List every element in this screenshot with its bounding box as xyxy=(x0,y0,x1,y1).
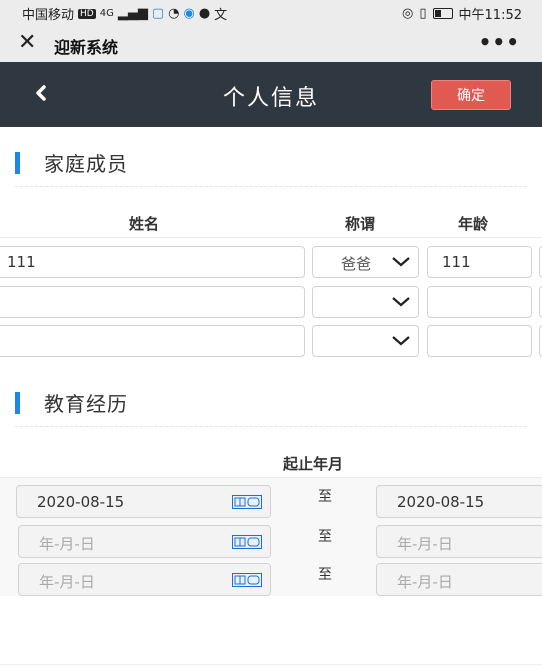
start-date-input[interactable]: 年-月-日 xyxy=(18,525,271,558)
page-header: 个人信息 确定 xyxy=(0,62,542,127)
eye-icon: ◎ xyxy=(402,6,414,21)
column-header-name: 姓名 xyxy=(129,215,160,233)
divider xyxy=(15,186,527,187)
column-header-age: 年龄 xyxy=(458,215,489,233)
chevron-down-icon xyxy=(392,257,410,267)
column-header-relation: 称谓 xyxy=(345,215,376,233)
end-date-input[interactable]: 2020-08-15 xyxy=(376,485,542,518)
more-icon[interactable]: ••• xyxy=(479,30,520,54)
battery-icon xyxy=(432,8,453,19)
calendar-icon xyxy=(232,495,262,509)
accent-bar xyxy=(15,391,20,414)
calendar-icon xyxy=(232,535,262,549)
wifi-icon: ◔ xyxy=(168,6,180,21)
family-section-label: 家庭成员 xyxy=(44,152,128,176)
bottom-divider xyxy=(0,664,542,665)
status-bar: 中国移动 HD 4G ▂▄▆ ▢ ◔ ◉ ● 文 ◎ ▯ 中午11:52 xyxy=(0,0,542,26)
start-date-input[interactable]: 2020-08-15 xyxy=(16,485,271,518)
member-age-input[interactable] xyxy=(427,325,532,357)
education-section-label: 教育经历 xyxy=(44,392,128,416)
vibrate-icon: ▯ xyxy=(419,6,427,21)
translate-icon: 文 xyxy=(214,8,228,23)
table-header-line xyxy=(0,237,542,238)
chevron-down-icon xyxy=(392,336,410,346)
close-icon[interactable]: ✕ xyxy=(18,30,36,55)
divider xyxy=(15,426,527,427)
member-name-input[interactable]: 111 xyxy=(0,246,305,278)
member-name-input[interactable] xyxy=(0,325,305,357)
chevron-down-icon xyxy=(392,297,410,307)
confirm-button[interactable]: 确定 xyxy=(431,80,511,110)
column-header-period: 起止年月 xyxy=(283,455,344,473)
signal-icon: ▂▄▆ xyxy=(117,6,148,21)
range-separator: 至 xyxy=(318,529,332,545)
range-separator: 至 xyxy=(318,567,332,583)
calendar-icon xyxy=(232,573,262,587)
wechat-title-bar: ✕ 迎新系统 ••• xyxy=(0,26,542,62)
member-name-input[interactable] xyxy=(0,286,305,318)
carrier-label: 中国移动 xyxy=(22,8,75,23)
time-label: 中午11:52 xyxy=(458,8,522,23)
app-title: 迎新系统 xyxy=(54,38,119,57)
education-section-title: 教育经历 xyxy=(15,388,128,417)
family-section-title: 家庭成员 xyxy=(15,148,128,177)
start-date-input[interactable]: 年-月-日 xyxy=(18,563,271,596)
member-relation-select[interactable]: 爸爸 xyxy=(312,246,419,278)
hd-icon: HD xyxy=(78,8,96,19)
range-separator: 至 xyxy=(318,489,332,505)
member-relation-select[interactable] xyxy=(312,286,419,318)
end-date-input[interactable]: 年-月-日 xyxy=(376,563,542,596)
chat-icon: ● xyxy=(198,6,211,21)
end-date-input[interactable]: 年-月-日 xyxy=(376,525,542,558)
member-relation-select[interactable] xyxy=(312,325,419,357)
network-label: 4G xyxy=(99,8,114,19)
message-icon: ▢ xyxy=(151,6,165,21)
member-age-input[interactable]: 111 xyxy=(427,246,532,278)
accent-bar xyxy=(15,151,20,174)
app-icon: ◉ xyxy=(183,6,195,21)
member-age-input[interactable] xyxy=(427,286,532,318)
